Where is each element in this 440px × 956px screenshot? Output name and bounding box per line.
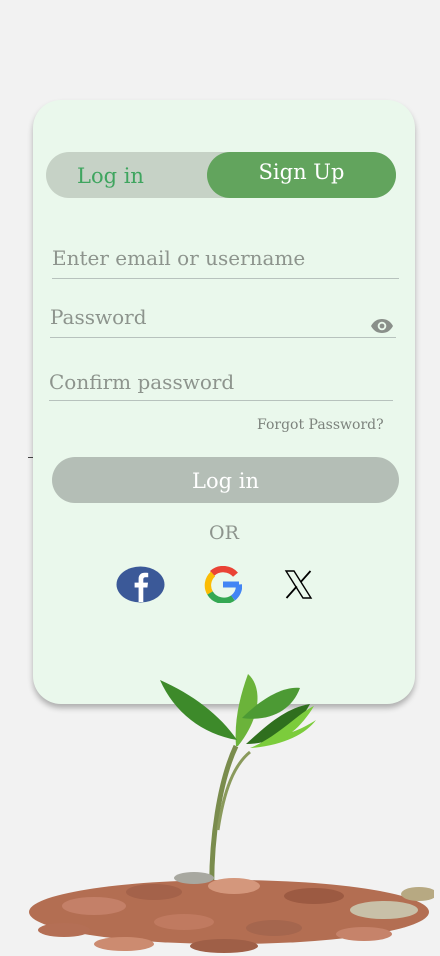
email-field[interactable]: Enter email or username [52,246,305,270]
plant-with-coins-image [29,674,434,953]
tab-login[interactable]: Log in [77,164,144,188]
password-field[interactable]: Password [50,305,147,329]
tab-signup[interactable]: Sign Up [207,152,396,198]
google-icon[interactable] [204,566,242,603]
or-divider: OR [209,522,239,544]
password-underline [50,337,396,338]
login-button[interactable]: Log in [52,457,399,503]
auth-mode-toggle: Log in Sign Up [46,152,396,198]
facebook-icon[interactable] [116,566,165,603]
forgot-password-link[interactable]: Forgot Password? [257,417,384,433]
email-underline [52,278,399,279]
confirm-password-underline [49,400,393,401]
show-password-icon[interactable] [370,318,394,334]
confirm-password-field[interactable]: Confirm password [49,370,234,394]
x-icon[interactable] [284,569,313,600]
auth-card: Log in Sign Up Enter email or username P… [33,100,415,704]
